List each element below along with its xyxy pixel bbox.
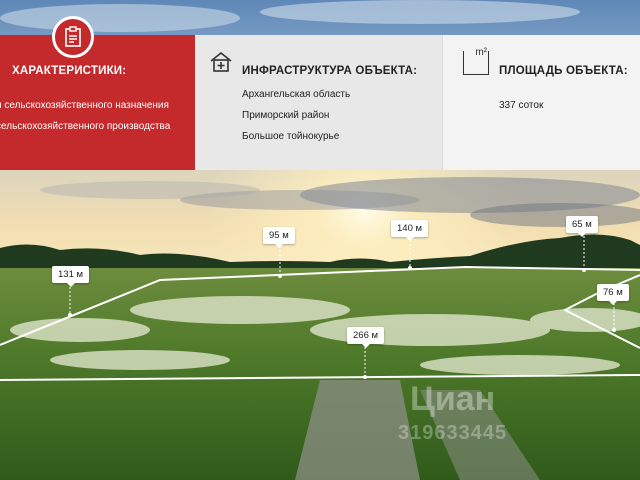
infrastructure-line: Большое тойнокурье: [242, 131, 340, 142]
characteristics-list: и сельскохозяйственного назначения сельс…: [0, 95, 170, 137]
square-meter-icon: m²: [463, 47, 489, 75]
infrastructure-panel: ИНФРАСТРУКТУРА ОБЪЕКТА: Архангельская об…: [195, 35, 442, 170]
area-panel: m² ПЛОЩАДЬ ОБЪЕКТА: 337 соток: [442, 35, 640, 170]
measurement-label: 95 м: [263, 227, 295, 248]
measurement-label: 140 м: [391, 220, 429, 241]
measurement-label: 76 м: [597, 284, 629, 305]
characteristics-line: сельскохозяйственного производства: [0, 121, 171, 132]
infrastructure-title: ИНФРАСТРУКТУРА ОБЪЕКТА:: [242, 65, 418, 77]
measurement-label: 131 м: [52, 266, 90, 287]
info-band: ХАРАКТЕРИСТИКИ: и сельскохозяйственного …: [0, 35, 640, 170]
measurement-label: 65 м: [566, 216, 598, 237]
watermark-brand: Циан: [410, 380, 496, 418]
area-title: ПЛОЩАДЬ ОБЪЕКТА:: [499, 65, 628, 77]
measurement-label: 266 м: [347, 327, 385, 348]
characteristics-badge: [52, 16, 94, 58]
characteristics-title: ХАРАКТЕРИСТИКИ:: [12, 65, 127, 77]
square-meter-icon-text: m²: [475, 47, 487, 58]
house-plus-icon: [210, 51, 232, 72]
infrastructure-line: Приморский район: [242, 110, 330, 121]
infrastructure-line: Архангельская область: [242, 89, 351, 100]
clipboard-icon: [65, 26, 81, 47]
characteristics-panel: ХАРАКТЕРИСТИКИ: и сельскохозяйственного …: [0, 35, 205, 170]
watermark-id: 319633445: [398, 422, 508, 444]
infrastructure-list: Архангельская область Приморский район Б…: [242, 84, 350, 147]
characteristics-line: и сельскохозяйственного назначения: [0, 100, 169, 111]
area-value: 337 соток: [499, 100, 544, 111]
